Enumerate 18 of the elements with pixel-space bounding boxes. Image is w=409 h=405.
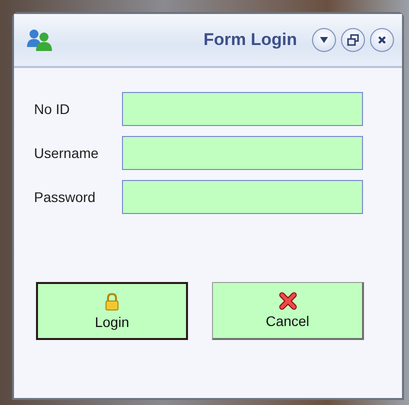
users-icon — [26, 28, 54, 52]
action-button[interactable]: Login — [36, 282, 188, 340]
caret-icon — [319, 37, 329, 43]
field-label: Username — [34, 145, 100, 161]
restore-button[interactable] — [341, 28, 365, 52]
field-label: Password — [34, 189, 96, 205]
window-title: Form Login — [202, 30, 297, 50]
input-field[interactable] — [122, 136, 363, 170]
close-icon — [377, 35, 387, 45]
input-field[interactable] — [122, 180, 363, 214]
dropdown-button[interactable] — [312, 28, 336, 52]
restore-icon — [347, 34, 359, 46]
field-label: No ID — [34, 101, 71, 117]
action-button[interactable]: Cancel — [212, 282, 364, 340]
close-button[interactable] — [370, 28, 394, 52]
padlock-icon — [105, 292, 119, 310]
input-field[interactable] — [122, 92, 363, 126]
cross-icon — [278, 292, 296, 310]
